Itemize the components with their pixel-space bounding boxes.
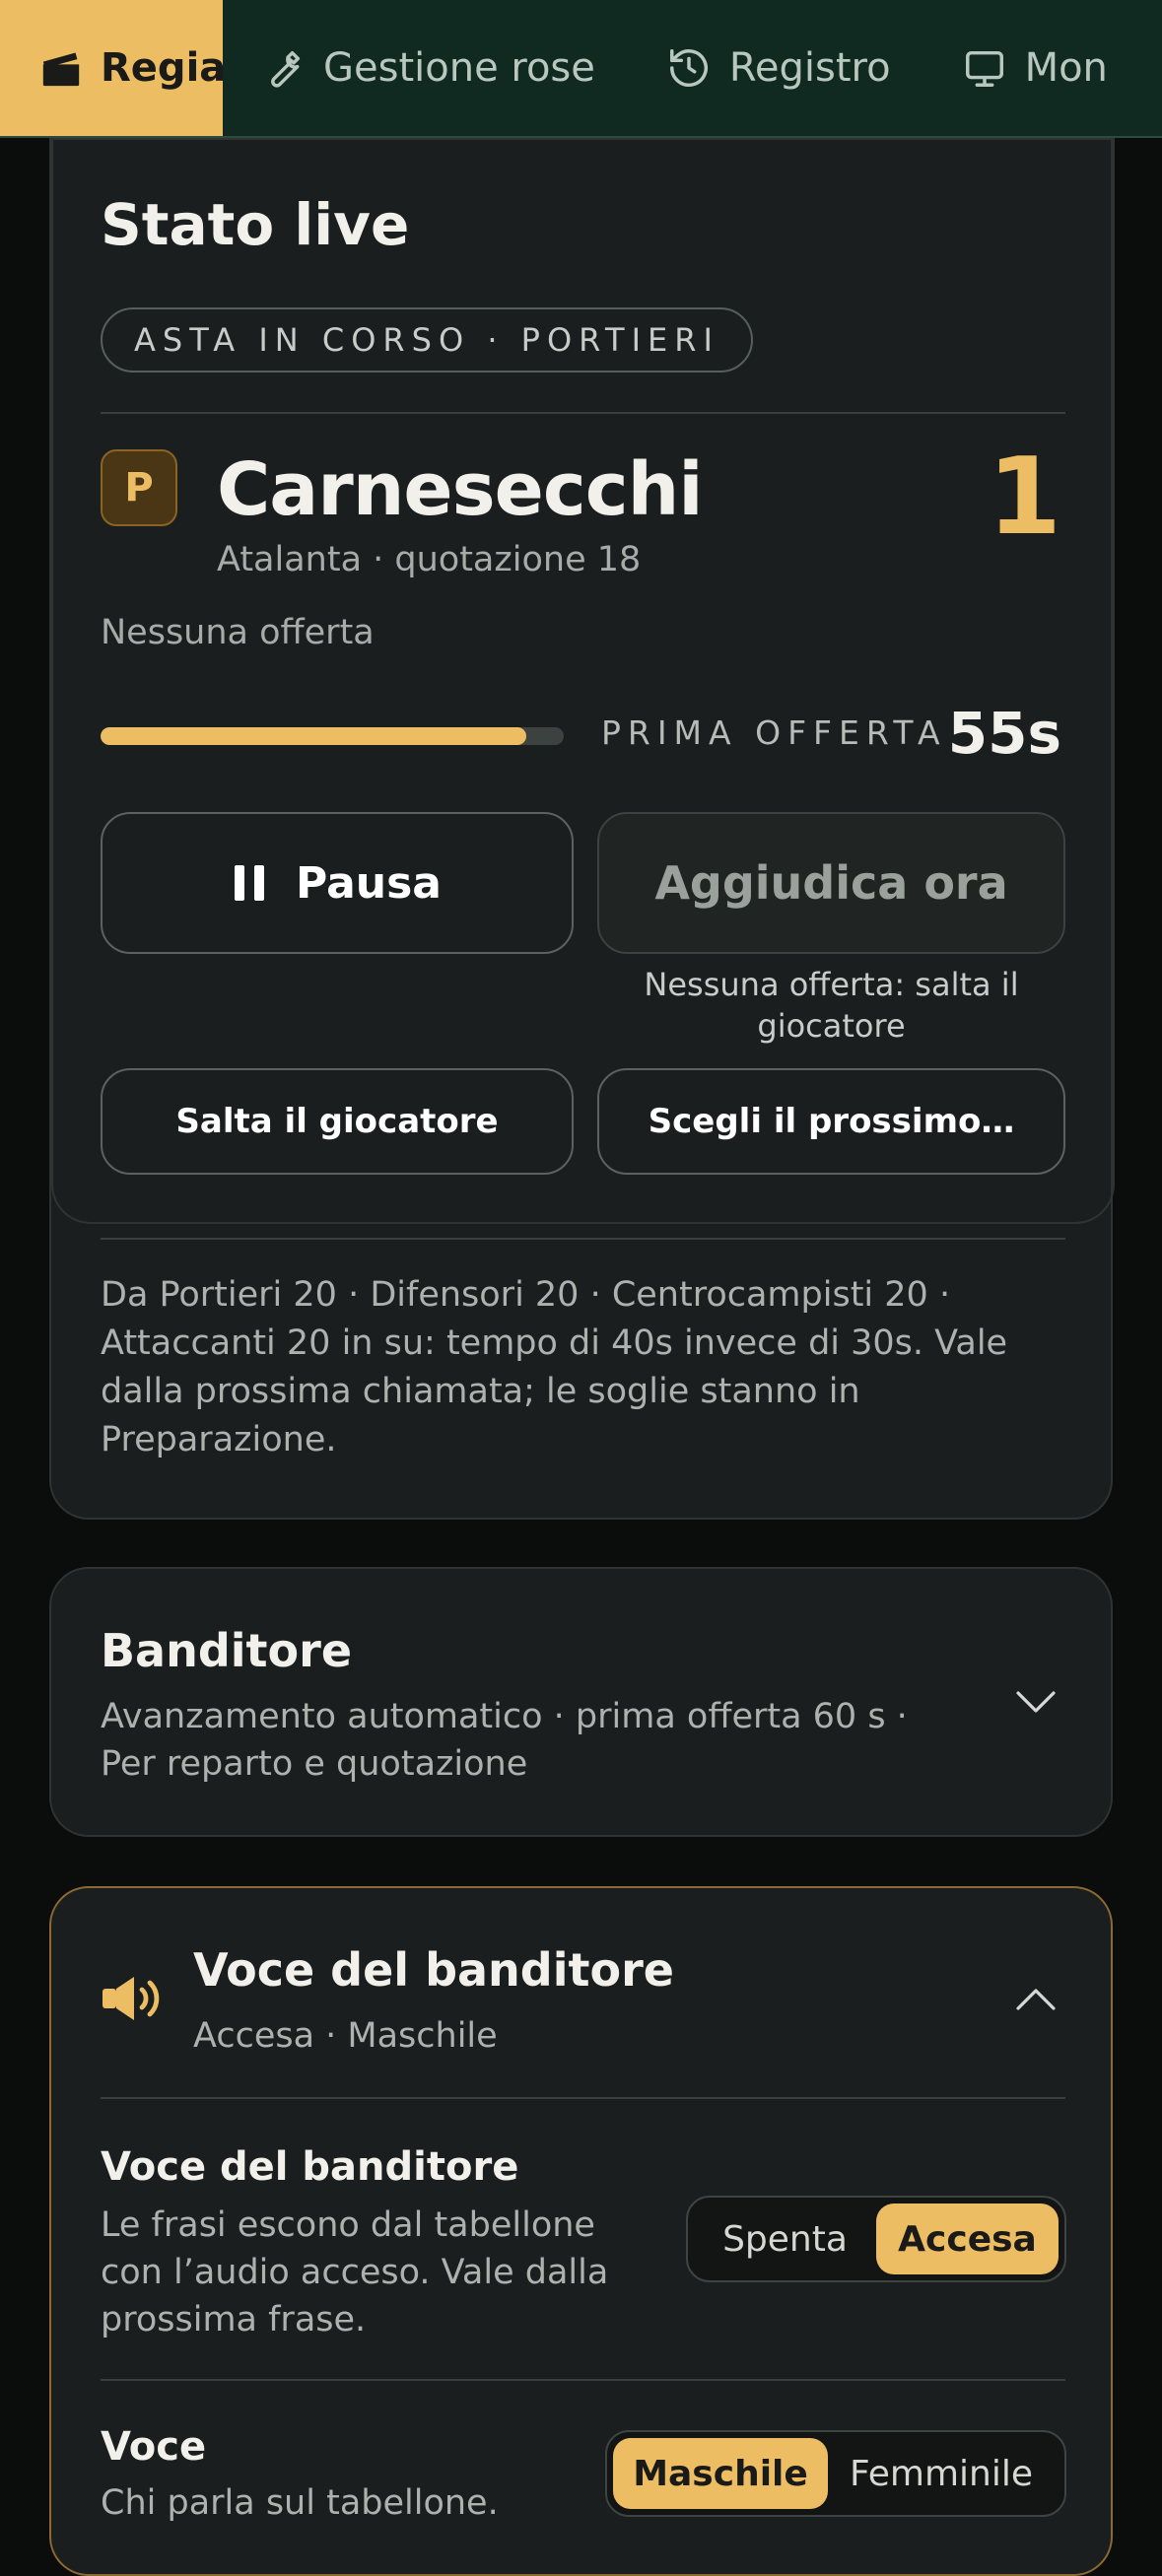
auctioneer-card[interactable]: Banditore Avanzamento automatico · prima… <box>49 1567 1113 1837</box>
setting-gender-title: Voce <box>101 2424 207 2470</box>
tab-gestione-rose[interactable]: Gestione rose <box>223 0 631 136</box>
setting-gender-desc: Chi parla sul tabellone. <box>101 2483 499 2523</box>
tab-registro[interactable]: Registro <box>631 0 926 136</box>
divider <box>101 2097 1065 2099</box>
chevron-down-icon[interactable] <box>1014 1687 1058 1715</box>
female-option[interactable]: Femminile <box>828 2438 1055 2509</box>
auctioneer-title: Banditore <box>101 1624 353 1677</box>
top-nav: Regia Gestione rose Registro Mon <box>0 0 1162 138</box>
wrench-icon <box>271 50 301 88</box>
tab-label: Registro <box>728 45 891 91</box>
tab-label: Mon <box>1024 45 1108 91</box>
setting-voice-desc: Le frasi escono dal tabellone con l’audi… <box>101 2205 609 2339</box>
auctioneer-subtitle: Avanzamento automatico · prima offerta 6… <box>101 1697 908 1784</box>
voice-card: Voce del banditore Accesa · Maschile Voc… <box>49 1886 1113 2576</box>
voice-toggle: Spenta Accesa <box>686 2196 1066 2282</box>
tab-regia[interactable]: Regia <box>0 0 227 136</box>
voice-title: Voce del banditore <box>193 1943 674 1997</box>
gender-toggle: Maschile Femminile <box>605 2430 1066 2517</box>
monitor-icon <box>965 50 1003 87</box>
divider <box>101 1238 1065 1240</box>
voice-on-option[interactable]: Accesa <box>876 2203 1059 2274</box>
tab-label: Regia <box>101 45 227 91</box>
setting-voice-title: Voce del banditore <box>101 2144 519 2190</box>
tab-monitor[interactable]: Mon <box>926 0 1143 136</box>
speaker-icon <box>103 1977 160 2020</box>
live-state-card: Stato live ASTA IN CORSO · PORTIERI P Ca… <box>49 138 1115 1520</box>
male-option[interactable]: Maschile <box>613 2438 828 2509</box>
voice-subtitle: Accesa · Maschile <box>193 2016 498 2056</box>
tab-label: Gestione rose <box>323 45 595 91</box>
clapperboard-icon <box>42 52 80 87</box>
history-icon <box>669 49 708 87</box>
voice-off-option[interactable]: Spenta <box>694 2203 876 2274</box>
threshold-footnote: Da Portieri 20 · Difensori 20 · Centroca… <box>101 1275 1008 1459</box>
live-panel-border <box>51 138 1115 1224</box>
divider <box>101 2379 1065 2381</box>
chevron-up-icon[interactable] <box>1014 1987 1058 2014</box>
